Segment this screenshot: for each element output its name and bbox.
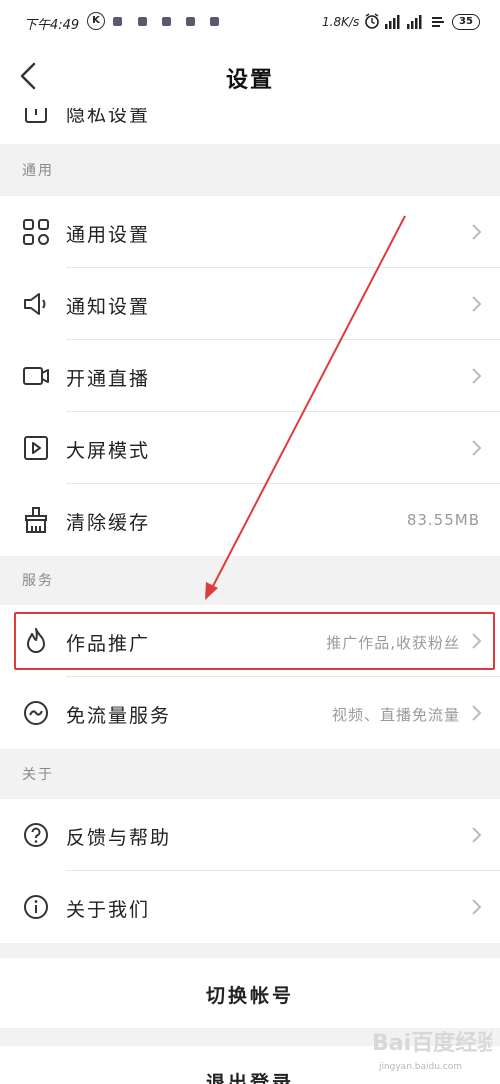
question-circle-icon	[24, 823, 48, 847]
info-circle-icon	[24, 895, 48, 919]
settings-item-about[interactable]: 关于我们	[0, 871, 500, 943]
settings-item-notify[interactable]: 通知设置	[0, 268, 500, 340]
settings-item-feedback[interactable]: 反馈与帮助	[0, 799, 500, 871]
settings-item-label: 开通直播	[66, 368, 151, 390]
settings-item-label: 免流量服务	[66, 705, 172, 727]
grid-icon	[23, 219, 49, 245]
nav-bar: 设置	[0, 44, 500, 108]
chevron-right-icon	[472, 296, 482, 312]
settings-item-label: 隐私设置	[66, 108, 151, 126]
section-title-service: 服务	[22, 573, 54, 589]
signal-4g-icon	[407, 15, 422, 29]
svg-text:Bai百度经验: Bai百度经验	[372, 1030, 492, 1056]
cache-size: 83.55MB	[406, 511, 480, 529]
section-title-about: 关于	[22, 767, 54, 783]
settings-item-label: 通用设置	[66, 224, 151, 246]
settings-item-general[interactable]: 通用设置	[0, 196, 500, 268]
settings-item-label: 清除缓存	[66, 512, 151, 534]
broom-icon	[25, 507, 47, 533]
notification-icon	[210, 17, 219, 26]
chevron-right-icon	[472, 827, 482, 843]
chevron-right-icon	[472, 705, 482, 721]
settings-item-live[interactable]: 开通直播	[0, 340, 500, 412]
annotation-highlight-box	[14, 612, 495, 670]
section-title-general: 通用	[22, 163, 54, 179]
video-camera-icon	[23, 367, 49, 385]
alarm-icon	[365, 13, 379, 29]
wifi-icon	[432, 17, 444, 27]
net-speed: 1.8K/s	[322, 15, 360, 29]
settings-item-label: 反馈与帮助	[66, 827, 172, 849]
baidu-jingyan-watermark: Bai百度经验 jingyan.baidu.com	[372, 1018, 499, 1074]
chevron-right-icon	[472, 368, 482, 384]
chevron-right-icon	[472, 224, 482, 240]
settings-item-privacy[interactable]: 隐私设置	[0, 108, 500, 144]
status-time: 下午4:49	[24, 18, 80, 33]
notification-icon	[138, 17, 147, 26]
chevron-right-icon	[472, 440, 482, 456]
settings-item-label: 大屏模式	[66, 440, 151, 462]
switch-account-label: 切换帐号	[205, 985, 294, 1007]
settings-item-label: 通知设置	[66, 296, 151, 318]
baidu-paw-logo-icon: Bai百度经验	[372, 1030, 499, 1056]
settings-item-hint: 视频、直播免流量	[331, 706, 460, 724]
chevron-right-icon	[472, 899, 482, 915]
battery-icon: 35	[452, 14, 480, 30]
speaker-icon	[24, 293, 46, 315]
settings-item-label: 关于我们	[66, 899, 151, 921]
settings-item-freeflow[interactable]: 免流量服务 视频、直播免流量	[0, 677, 500, 749]
settings-item-bigscreen[interactable]: 大屏模式	[0, 412, 500, 484]
settings-item-cache[interactable]: 清除缓存 83.55MB	[0, 484, 500, 556]
play-screen-icon	[24, 436, 48, 460]
notification-icon	[113, 17, 122, 26]
notification-icon	[162, 17, 171, 26]
notification-icon	[186, 17, 195, 26]
watermark-url: jingyan.baidu.com	[378, 1062, 462, 1072]
lock-icon	[25, 108, 47, 123]
signal-icon	[385, 15, 400, 29]
wave-circle-icon	[24, 701, 48, 725]
status-bar: 下午4:49 K 1.8K/s 35	[0, 0, 500, 44]
page-title: 设置	[225, 68, 274, 93]
k-badge-icon: K	[87, 12, 105, 30]
